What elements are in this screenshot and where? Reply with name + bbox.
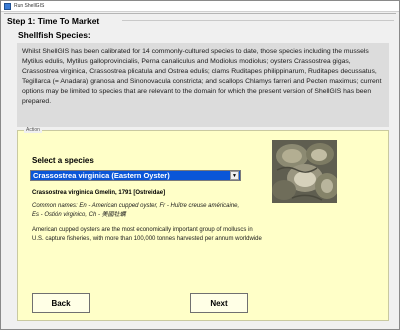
species-description: Whilst ShellGIS has been calibrated for … xyxy=(17,43,389,127)
app-window: Run ShellGIS Step 1: Time To Market Shel… xyxy=(0,0,400,330)
title-bar: Run ShellGIS xyxy=(1,1,399,12)
chevron-down-icon[interactable]: ▼ xyxy=(230,171,239,180)
scientific-name: Crassostrea virginica Gmelin, 1791 [Ostr… xyxy=(32,190,166,196)
species-heading: Shellfish Species: xyxy=(18,30,91,40)
step-divider xyxy=(122,20,394,21)
window-title: Run ShellGIS xyxy=(14,3,45,9)
app-icon xyxy=(4,2,11,10)
oyster-photo xyxy=(272,140,337,203)
species-dropdown[interactable]: Crassostrea virginica (Eastern Oyster) ▼ xyxy=(30,170,241,181)
species-info: American cupped oysters are the most eco… xyxy=(32,227,262,242)
step-header: Step 1: Time To Market xyxy=(4,13,396,26)
common-names: Common names: En - American cupped oyste… xyxy=(32,203,240,218)
species-dropdown-value: Crassostrea virginica (Eastern Oyster) xyxy=(33,171,170,180)
step-title: Step 1: Time To Market xyxy=(7,16,100,26)
action-panel: Action Select a species Crassostrea virg… xyxy=(17,127,389,321)
action-legend: Action xyxy=(24,127,42,133)
back-button[interactable]: Back xyxy=(32,293,90,313)
oyster-photo-image xyxy=(272,140,337,203)
wizard-content: Step 1: Time To Market Shellfish Species… xyxy=(4,13,396,327)
next-button[interactable]: Next xyxy=(190,293,248,313)
select-species-label: Select a species xyxy=(32,156,94,165)
